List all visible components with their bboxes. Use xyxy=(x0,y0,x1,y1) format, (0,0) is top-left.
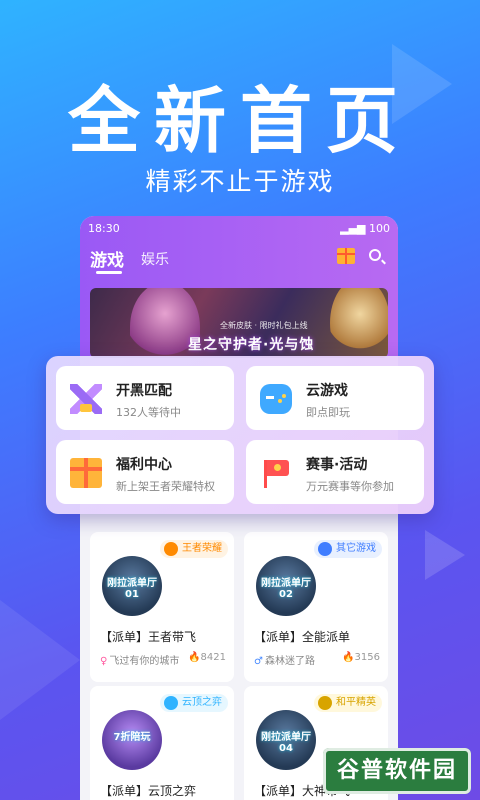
gift-icon[interactable] xyxy=(337,248,355,264)
room-popularity: 🔥3156 xyxy=(342,652,380,663)
decor-triangle xyxy=(0,600,80,720)
room-cover: 7折陪玩 xyxy=(102,710,162,770)
quick-entry-subtitle: 万元赛事等你参加 xyxy=(306,480,394,493)
quick-entry-title: 赛事·活动 xyxy=(306,457,368,473)
room-title: 【派单】云顶之弈 xyxy=(100,784,197,798)
featured-banner[interactable]: 全新皮肤 · 限时礼包上线 星之守护者·光与蚀 xyxy=(90,288,388,358)
quick-entry-title: 云游戏 xyxy=(306,383,348,399)
room-cover-text: 刚拉派单厅 01 xyxy=(107,578,157,600)
game-tag: 云顶之弈 xyxy=(160,694,228,712)
quick-entry-title: 开黑匹配 xyxy=(116,383,172,399)
host-name: 森林迷了路 xyxy=(264,656,315,667)
gamepad-icon xyxy=(260,384,292,414)
male-icon: ♂ xyxy=(254,656,263,667)
flag-icon xyxy=(260,458,292,488)
banner-character-image xyxy=(330,288,388,358)
hero-subtitle: 精彩不止于游戏 xyxy=(145,167,335,196)
crossed-swords-icon xyxy=(70,384,102,414)
popularity-count: 3156 xyxy=(354,652,380,663)
room-cover-text: 7折陪玩 xyxy=(113,732,151,743)
game-tag-label: 其它游戏 xyxy=(336,543,376,554)
game-tag-icon xyxy=(164,696,178,710)
popularity-count: 8421 xyxy=(200,652,226,663)
quick-entry-events[interactable]: 赛事·活动 万元赛事等你参加 xyxy=(246,440,424,504)
room-cover: 刚拉派单厅 02 xyxy=(256,556,316,616)
quick-entry-team-match[interactable]: 开黑匹配 132人等待中 xyxy=(56,366,234,430)
room-card[interactable]: 王者荣耀 刚拉派单厅 01 【派单】王者带飞 ♀ 飞过有你的城市 🔥8421 xyxy=(90,532,234,682)
game-tag-label: 和平精英 xyxy=(336,697,376,708)
game-tag-icon xyxy=(318,696,332,710)
watermark-logo: 谷普软件园 xyxy=(323,748,471,794)
room-cover: 刚拉派单厅 01 xyxy=(102,556,162,616)
game-tag-icon xyxy=(164,542,178,556)
search-icon[interactable] xyxy=(369,249,381,261)
quick-entry-subtitle: 即点即玩 xyxy=(306,406,350,419)
quick-entry-panel: 开黑匹配 132人等待中 云游戏 即点即玩 福利中心 新上架王者荣耀特权 赛事·… xyxy=(46,356,434,514)
quick-entry-title: 福利中心 xyxy=(116,457,172,473)
game-tag-icon xyxy=(318,542,332,556)
quick-entry-subtitle: 132人等待中 xyxy=(116,406,181,419)
game-tag-label: 云顶之弈 xyxy=(182,697,222,708)
quick-entry-cloud-games[interactable]: 云游戏 即点即玩 xyxy=(246,366,424,430)
game-tag: 其它游戏 xyxy=(314,540,382,558)
battery-level: 100 xyxy=(369,222,390,235)
gift-icon xyxy=(70,458,102,488)
host-name: 飞过有你的城市 xyxy=(109,656,180,667)
tab-entertainment[interactable]: 娱乐 xyxy=(141,249,169,269)
game-tag: 王者荣耀 xyxy=(160,540,228,558)
tab-games[interactable]: 游戏 xyxy=(90,246,124,271)
decor-triangle xyxy=(425,530,465,580)
room-popularity: 🔥8421 xyxy=(188,652,226,663)
quick-entry-subtitle: 新上架王者荣耀特权 xyxy=(116,480,215,493)
hero-title: 全新首页 xyxy=(67,79,412,163)
room-cover-text: 刚拉派单厅 02 xyxy=(261,578,311,600)
active-tab-indicator xyxy=(96,271,122,274)
game-tag: 和平精英 xyxy=(314,694,382,712)
room-title: 【派单】全能派单 xyxy=(254,630,351,644)
status-bar: 18:30 ▂▄▆ 100 xyxy=(80,222,398,236)
room-title: 【派单】王者带飞 xyxy=(100,630,197,644)
quick-entry-welfare-center[interactable]: 福利中心 新上架王者荣耀特权 xyxy=(56,440,234,504)
status-time: 18:30 xyxy=(88,222,120,235)
room-host: ♂ 森林迷了路 xyxy=(254,652,315,667)
game-tag-label: 王者荣耀 xyxy=(182,543,222,554)
room-cover: 刚拉派单厅 04 xyxy=(256,710,316,770)
room-card[interactable]: 云顶之弈 7折陪玩 【派单】云顶之弈 xyxy=(90,686,234,800)
female-icon: ♀ xyxy=(100,656,108,667)
banner-caption: 星之守护者·光与蚀 xyxy=(188,337,315,353)
banner-small-text: 全新皮肤 · 限时礼包上线 xyxy=(220,321,308,330)
status-battery: ▂▄▆ 100 xyxy=(340,222,390,235)
room-card[interactable]: 其它游戏 刚拉派单厅 02 【派单】全能派单 ♂ 森林迷了路 🔥3156 xyxy=(244,532,388,682)
room-host: ♀ 飞过有你的城市 xyxy=(100,652,179,667)
room-cover-text: 刚拉派单厅 04 xyxy=(261,732,311,754)
